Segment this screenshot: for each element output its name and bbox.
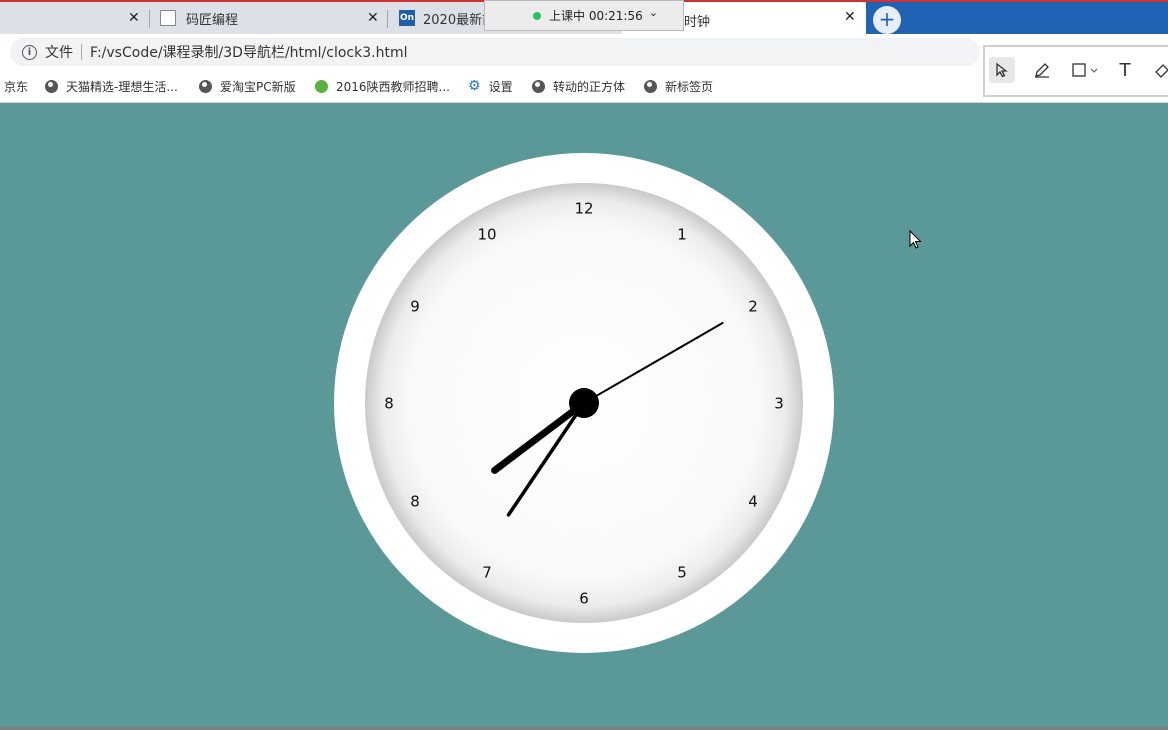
tab-label: 时钟: [684, 15, 711, 30]
globe-icon: [199, 79, 212, 93]
select-icon[interactable]: [989, 57, 1015, 83]
leaf-icon: [315, 79, 328, 93]
bookmark-label: 设置: [488, 79, 513, 94]
bookmark-item[interactable]: 爱淘宝PC新版: [199, 77, 296, 95]
cursor-icon: [909, 230, 922, 249]
clock-numeral: 12: [574, 200, 593, 218]
bookmark-item[interactable]: ⚙ 设置: [468, 77, 513, 95]
url-separator: [81, 44, 82, 60]
tab-close-icon[interactable]: ✕: [844, 9, 856, 25]
url-text[interactable]: F:/vsCode/课程录制/3D导航栏/html/clock3.html: [90, 42, 407, 62]
clock-numeral: 6: [579, 590, 589, 608]
bookmark-label: 天猫精选-理想生活...: [66, 79, 178, 94]
gear-icon: ⚙: [468, 78, 481, 94]
clock-numeral: 7: [482, 564, 492, 582]
clock-numeral: 1: [677, 226, 687, 244]
rectangle-icon[interactable]: [1069, 57, 1103, 83]
tab-1[interactable]: ✕: [0, 2, 148, 34]
pen-icon[interactable]: [1029, 57, 1055, 83]
on-logo-icon: On: [399, 10, 415, 26]
bookmark-label: 爱淘宝PC新版: [220, 79, 296, 94]
text-icon[interactable]: T: [1112, 57, 1138, 83]
annotation-toolbar: T: [983, 45, 1168, 97]
bookmark-label: 京东: [4, 79, 29, 94]
globe-icon: [45, 79, 58, 93]
clock: 12 1 2 3 4 5 6 7 8 8 9 10: [334, 153, 834, 653]
bookmark-item[interactable]: 天猫精选-理想生活...: [45, 77, 178, 95]
globe-icon: [644, 79, 657, 93]
bookmark-label: 新标签页: [665, 79, 714, 94]
tab-2[interactable]: 码匠编程 ✕: [160, 2, 386, 34]
bookmark-item[interactable]: 京东: [4, 77, 28, 95]
info-icon[interactable]: i: [22, 44, 37, 60]
clock-numeral: 8: [410, 493, 420, 511]
document-icon: [160, 10, 176, 26]
tab-separator: [149, 10, 150, 28]
tab-label: 码匠编程: [186, 12, 239, 28]
bookmark-item[interactable]: 2016陕西教师招聘...: [315, 77, 450, 95]
clock-numeral: 3: [774, 395, 784, 413]
bookmark-label: 2016陕西教师招聘...: [336, 79, 450, 94]
bookmark-label: 转动的正方体: [553, 79, 626, 94]
clock-numeral: 4: [748, 493, 758, 511]
clock-numeral: 8: [384, 395, 394, 413]
globe-icon: [532, 79, 545, 93]
tab-separator: [387, 10, 388, 28]
clock-numeral: 2: [748, 298, 758, 316]
clock-numeral: 5: [677, 564, 687, 582]
bookmark-item[interactable]: 转动的正方体: [532, 77, 625, 95]
live-status-text: 上课中 00:21:56: [549, 9, 643, 23]
bookmark-item[interactable]: 新标签页: [644, 77, 713, 95]
eraser-icon[interactable]: [1150, 57, 1168, 83]
tab-close-icon[interactable]: ✕: [128, 10, 140, 26]
tab-strip-blank: [866, 2, 1168, 36]
scheme-label: 文件: [45, 45, 73, 61]
clock-numeral: 10: [477, 226, 496, 244]
clock-numeral: 9: [410, 298, 420, 316]
live-dot-icon: [533, 11, 541, 20]
new-tab-button[interactable]: +: [873, 6, 901, 34]
url-box[interactable]: i 文件 F:/vsCode/课程录制/3D导航栏/html/clock3.ht…: [10, 38, 980, 66]
live-status-widget[interactable]: 上课中 00:21:56 ⌄: [484, 0, 684, 31]
chevron-down-icon[interactable]: ⌄: [649, 6, 658, 19]
clock-center-cap: [569, 388, 599, 418]
tab-close-icon[interactable]: ✕: [367, 10, 379, 26]
